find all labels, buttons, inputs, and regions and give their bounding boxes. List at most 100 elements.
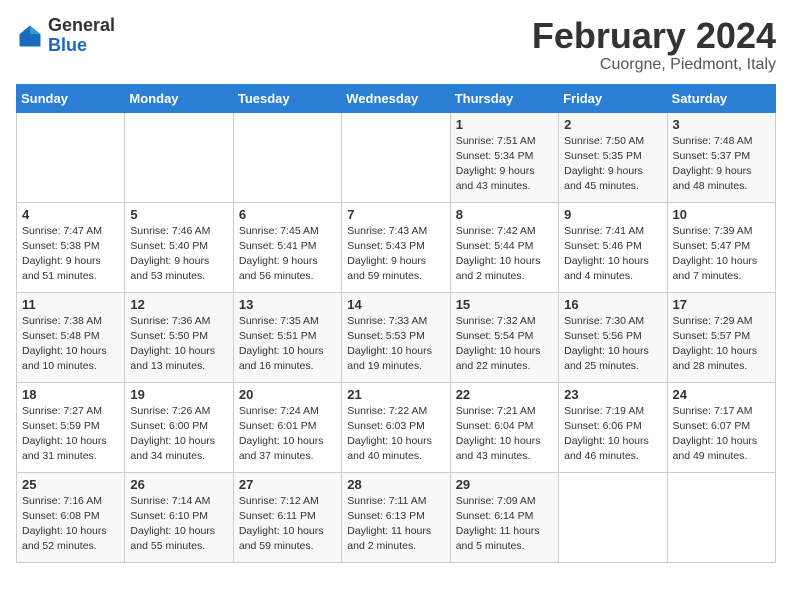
day-info: Sunrise: 7:30 AM Sunset: 5:56 PM Dayligh… (564, 314, 661, 375)
week-row-4: 18 Sunrise: 7:27 AM Sunset: 5:59 PM Dayli… (17, 382, 776, 472)
day-info: Sunrise: 7:42 AM Sunset: 5:44 PM Dayligh… (456, 224, 553, 285)
header-monday: Monday (125, 84, 233, 112)
day-number: 7 (347, 207, 444, 222)
day-number: 3 (673, 117, 770, 132)
calendar-cell: 16 Sunrise: 7:30 AM Sunset: 5:56 PM Dayli… (559, 292, 667, 382)
day-number: 21 (347, 387, 444, 402)
day-info: Sunrise: 7:21 AM Sunset: 6:04 PM Dayligh… (456, 404, 553, 465)
day-number: 5 (130, 207, 227, 222)
calendar-cell: 22 Sunrise: 7:21 AM Sunset: 6:04 PM Dayli… (450, 382, 558, 472)
calendar-cell: 28Sunrise: 7:11 AM Sunset: 6:13 PM Dayli… (342, 472, 450, 562)
day-info: Sunrise: 7:32 AM Sunset: 5:54 PM Dayligh… (456, 314, 553, 375)
week-row-2: 4 Sunrise: 7:47 AM Sunset: 5:38 PM Daylig… (17, 202, 776, 292)
day-number: 8 (456, 207, 553, 222)
day-info: Sunrise: 7:41 AM Sunset: 5:46 PM Dayligh… (564, 224, 661, 285)
header-wednesday: Wednesday (342, 84, 450, 112)
calendar-cell: 8 Sunrise: 7:42 AM Sunset: 5:44 PM Daylig… (450, 202, 558, 292)
calendar-cell: 27 Sunrise: 7:12 AM Sunset: 6:11 PM Dayli… (233, 472, 341, 562)
day-info: Sunrise: 7:51 AM Sunset: 5:34 PM Dayligh… (456, 134, 553, 195)
day-number: 12 (130, 297, 227, 312)
calendar-cell (342, 112, 450, 202)
calendar-table: SundayMondayTuesdayWednesdayThursdayFrid… (16, 84, 776, 563)
calendar-cell: 24 Sunrise: 7:17 AM Sunset: 6:07 PM Dayli… (667, 382, 775, 472)
day-info: Sunrise: 7:24 AM Sunset: 6:01 PM Dayligh… (239, 404, 336, 465)
calendar-cell: 21 Sunrise: 7:22 AM Sunset: 6:03 PM Dayli… (342, 382, 450, 472)
location: Cuorgne, Piedmont, Italy (532, 56, 776, 74)
calendar-cell: 20Sunrise: 7:24 AM Sunset: 6:01 PM Dayli… (233, 382, 341, 472)
day-number: 17 (673, 297, 770, 312)
calendar-cell: 3 Sunrise: 7:48 AM Sunset: 5:37 PM Daylig… (667, 112, 775, 202)
calendar-cell: 14Sunrise: 7:33 AM Sunset: 5:53 PM Dayli… (342, 292, 450, 382)
day-number: 18 (22, 387, 119, 402)
day-info: Sunrise: 7:35 AM Sunset: 5:51 PM Dayligh… (239, 314, 336, 375)
week-row-1: 1 Sunrise: 7:51 AM Sunset: 5:34 PM Daylig… (17, 112, 776, 202)
calendar-cell (559, 472, 667, 562)
day-number: 6 (239, 207, 336, 222)
day-info: Sunrise: 7:19 AM Sunset: 6:06 PM Dayligh… (564, 404, 661, 465)
day-number: 29 (456, 477, 553, 492)
day-number: 15 (456, 297, 553, 312)
week-row-3: 11Sunrise: 7:38 AM Sunset: 5:48 PM Dayli… (17, 292, 776, 382)
calendar-cell: 25 Sunrise: 7:16 AM Sunset: 6:08 PM Dayli… (17, 472, 125, 562)
calendar-cell (17, 112, 125, 202)
day-number: 4 (22, 207, 119, 222)
header-saturday: Saturday (667, 84, 775, 112)
day-info: Sunrise: 7:47 AM Sunset: 5:38 PM Dayligh… (22, 224, 119, 285)
day-number: 14 (347, 297, 444, 312)
day-number: 1 (456, 117, 553, 132)
day-info: Sunrise: 7:43 AM Sunset: 5:43 PM Dayligh… (347, 224, 444, 285)
calendar-cell (233, 112, 341, 202)
day-number: 10 (673, 207, 770, 222)
page-header: General Blue February 2024 Cuorgne, Pied… (16, 16, 776, 74)
day-info: Sunrise: 7:16 AM Sunset: 6:08 PM Dayligh… (22, 494, 119, 555)
logo-icon (16, 22, 44, 50)
calendar-cell: 26 Sunrise: 7:14 AM Sunset: 6:10 PM Dayli… (125, 472, 233, 562)
day-number: 13 (239, 297, 336, 312)
header-friday: Friday (559, 84, 667, 112)
day-info: Sunrise: 7:14 AM Sunset: 6:10 PM Dayligh… (130, 494, 227, 555)
calendar-cell: 19Sunrise: 7:26 AM Sunset: 6:00 PM Dayli… (125, 382, 233, 472)
day-number: 9 (564, 207, 661, 222)
day-info: Sunrise: 7:12 AM Sunset: 6:11 PM Dayligh… (239, 494, 336, 555)
day-number: 23 (564, 387, 661, 402)
day-info: Sunrise: 7:48 AM Sunset: 5:37 PM Dayligh… (673, 134, 770, 195)
calendar-cell: 7 Sunrise: 7:43 AM Sunset: 5:43 PM Daylig… (342, 202, 450, 292)
day-number: 28 (347, 477, 444, 492)
day-number: 27 (239, 477, 336, 492)
header-tuesday: Tuesday (233, 84, 341, 112)
day-info: Sunrise: 7:39 AM Sunset: 5:47 PM Dayligh… (673, 224, 770, 285)
calendar-cell: 11Sunrise: 7:38 AM Sunset: 5:48 PM Dayli… (17, 292, 125, 382)
calendar-cell: 17 Sunrise: 7:29 AM Sunset: 5:57 PM Dayli… (667, 292, 775, 382)
day-number: 25 (22, 477, 119, 492)
calendar-cell: 5 Sunrise: 7:46 AM Sunset: 5:40 PM Daylig… (125, 202, 233, 292)
calendar-cell (667, 472, 775, 562)
day-info: Sunrise: 7:45 AM Sunset: 5:41 PM Dayligh… (239, 224, 336, 285)
calendar-cell: 10 Sunrise: 7:39 AM Sunset: 5:47 PM Dayli… (667, 202, 775, 292)
day-info: Sunrise: 7:17 AM Sunset: 6:07 PM Dayligh… (673, 404, 770, 465)
calendar-cell: 4 Sunrise: 7:47 AM Sunset: 5:38 PM Daylig… (17, 202, 125, 292)
day-number: 26 (130, 477, 227, 492)
calendar-cell: 13 Sunrise: 7:35 AM Sunset: 5:51 PM Dayli… (233, 292, 341, 382)
logo-text: General Blue (48, 16, 115, 56)
calendar-cell (125, 112, 233, 202)
calendar-cell: 6 Sunrise: 7:45 AM Sunset: 5:41 PM Daylig… (233, 202, 341, 292)
calendar-cell: 1 Sunrise: 7:51 AM Sunset: 5:34 PM Daylig… (450, 112, 558, 202)
day-info: Sunrise: 7:27 AM Sunset: 5:59 PM Dayligh… (22, 404, 119, 465)
calendar-cell: 9 Sunrise: 7:41 AM Sunset: 5:46 PM Daylig… (559, 202, 667, 292)
logo: General Blue (16, 16, 115, 56)
day-number: 16 (564, 297, 661, 312)
day-info: Sunrise: 7:22 AM Sunset: 6:03 PM Dayligh… (347, 404, 444, 465)
day-info: Sunrise: 7:50 AM Sunset: 5:35 PM Dayligh… (564, 134, 661, 195)
calendar-cell: 29Sunrise: 7:09 AM Sunset: 6:14 PM Dayli… (450, 472, 558, 562)
week-row-5: 25 Sunrise: 7:16 AM Sunset: 6:08 PM Dayli… (17, 472, 776, 562)
day-number: 22 (456, 387, 553, 402)
header-thursday: Thursday (450, 84, 558, 112)
day-info: Sunrise: 7:46 AM Sunset: 5:40 PM Dayligh… (130, 224, 227, 285)
day-info: Sunrise: 7:36 AM Sunset: 5:50 PM Dayligh… (130, 314, 227, 375)
day-info: Sunrise: 7:29 AM Sunset: 5:57 PM Dayligh… (673, 314, 770, 375)
title-block: February 2024 Cuorgne, Piedmont, Italy (532, 16, 776, 74)
day-number: 19 (130, 387, 227, 402)
day-number: 11 (22, 297, 119, 312)
day-number: 24 (673, 387, 770, 402)
month-title: February 2024 (532, 16, 776, 56)
